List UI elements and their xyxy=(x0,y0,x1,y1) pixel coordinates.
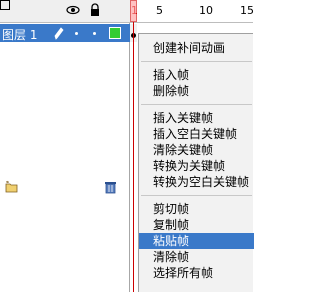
lock-dot[interactable] xyxy=(93,32,96,35)
menu-item-copy-frames[interactable]: 复制帧 xyxy=(139,217,254,233)
frame-number-15: 15 xyxy=(240,4,254,17)
layer-panel-footer xyxy=(0,178,130,196)
layer-panel-header xyxy=(0,0,130,23)
layer-row-1[interactable]: 图层 1 xyxy=(0,24,130,42)
frame-number-10: 10 xyxy=(199,4,213,17)
menu-item-insert-frame[interactable]: 插入帧 xyxy=(139,67,254,83)
menu-item-insert-keyframe[interactable]: 插入关键帧 xyxy=(139,110,254,126)
menu-item-insert-blank-keyframe[interactable]: 插入空白关键帧 xyxy=(139,126,254,142)
menu-item-create-motion-tween[interactable]: 创建补间动画 xyxy=(139,40,254,56)
menu-item-convert-to-blank-keyframe[interactable]: 转换为空白关键帧 xyxy=(139,174,254,190)
menu-separator xyxy=(141,61,252,62)
menu-separator xyxy=(141,104,252,105)
layer-color-swatch[interactable] xyxy=(109,27,121,39)
menu-item-paste-frames[interactable]: 粘贴帧 xyxy=(139,233,254,249)
menu-separator xyxy=(141,195,252,196)
menu-item-cut-frames[interactable]: 剪切帧 xyxy=(139,201,254,217)
lock-icon[interactable] xyxy=(88,3,102,17)
playhead-line xyxy=(133,22,134,292)
add-layer-folder-icon[interactable] xyxy=(5,180,19,194)
menu-item-select-all-frames[interactable]: 选择所有帧 xyxy=(139,265,254,281)
menu-item-delete-frame[interactable]: 删除帧 xyxy=(139,83,254,99)
playhead[interactable] xyxy=(130,0,137,22)
timeline-ruler[interactable]: 1 5 10 15 xyxy=(130,0,254,23)
visibility-dot[interactable] xyxy=(75,32,78,35)
menu-item-convert-to-keyframe[interactable]: 转换为关键帧 xyxy=(139,158,254,174)
layer-name[interactable]: 图层 1 xyxy=(2,26,37,43)
menu-item-clear-keyframe[interactable]: 清除关键帧 xyxy=(139,142,254,158)
menu-item-clear-frames[interactable]: 清除帧 xyxy=(139,249,254,265)
frame-number-5: 5 xyxy=(156,4,163,17)
layer-panel: 图层 1 xyxy=(0,0,130,292)
eye-icon[interactable] xyxy=(66,3,80,17)
frame-context-menu: 创建补间动画 插入帧 删除帧 插入关键帧 插入空白关键帧 清除关键帧 转换为关键… xyxy=(138,33,254,292)
delete-layer-trash-icon[interactable] xyxy=(104,180,117,194)
outline-toggle-icon[interactable] xyxy=(0,0,10,10)
pencil-icon xyxy=(54,27,64,40)
